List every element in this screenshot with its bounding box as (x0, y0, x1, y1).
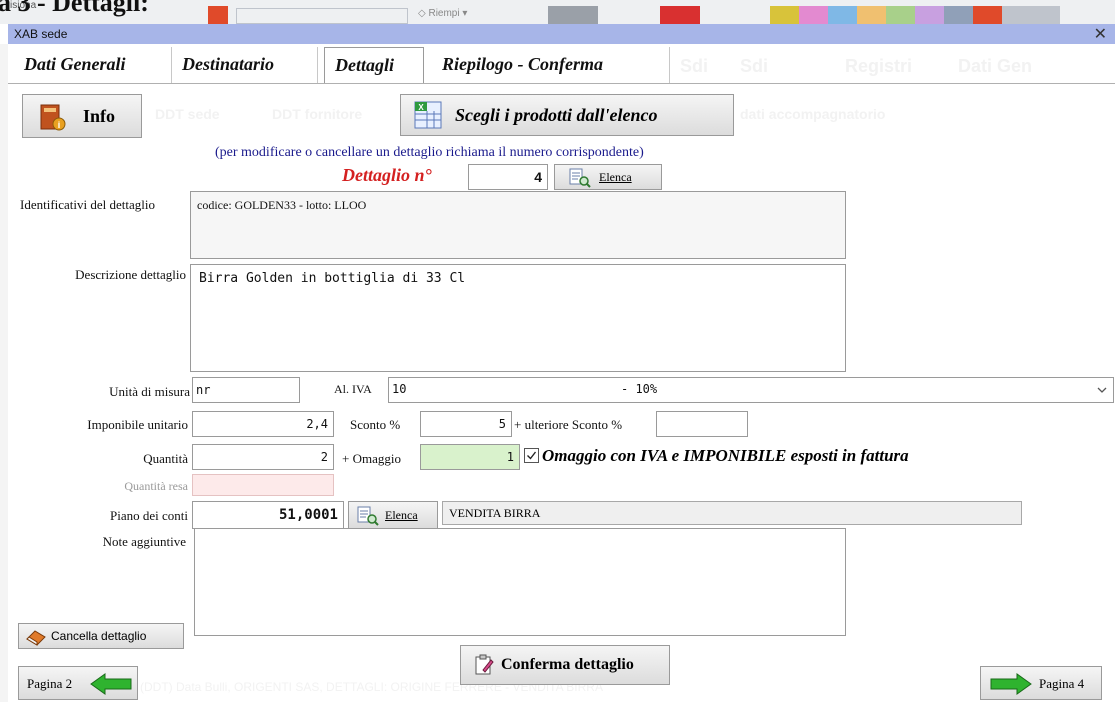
account-label: Piano dei conti (110, 508, 188, 523)
extra-discount-label: + ulteriore Sconto % (514, 417, 623, 432)
window-title: XAB sede (14, 27, 68, 41)
extra-discount-input[interactable] (656, 411, 748, 437)
background-left-edge (0, 44, 8, 702)
returned-qty-label: Quantità resa (124, 479, 188, 493)
background-window-strip: isiona ◇ Riempi ▾ a 3 - Dettagli: (0, 0, 1115, 24)
background-toolbar-block (548, 6, 598, 24)
account-list-button[interactable]: Elenca (348, 501, 438, 529)
confirm-detail-button[interactable]: Conferma dettaglio (460, 645, 670, 685)
account-list-label: Elenca (385, 508, 418, 522)
ghost-item: DDT fornitore (272, 106, 363, 122)
vat-select[interactable]: 10 - 10% (388, 377, 1114, 403)
tab-riepilogo-conferma[interactable]: Riepilogo - Conferma (432, 47, 670, 83)
spreadsheet-icon: X (414, 101, 442, 129)
discount-label: Sconto % (350, 417, 401, 432)
description-label: Descrizione dettaglio (75, 267, 186, 282)
detail-number-label: Dettaglio n° (342, 165, 432, 185)
notes-field[interactable] (194, 528, 846, 636)
tab-dati-generali[interactable]: Dati Generali (14, 47, 172, 83)
gift-input[interactable]: 1 (420, 444, 520, 470)
next-page-label: Pagina 4 (1039, 676, 1085, 691)
unit-label: Unità di misura (109, 384, 190, 399)
tab-divider (8, 83, 1115, 84)
info-button[interactable]: i Info (22, 94, 142, 138)
clipboard-edit-icon (475, 654, 494, 675)
identifiers-label: Identificativi del dettaglio (20, 197, 156, 212)
tab-dettagli[interactable]: Dettagli (324, 47, 424, 83)
background-heading: a 3 - Dettagli: (0, 0, 149, 17)
gift-checkbox[interactable] (524, 448, 539, 463)
confirm-detail-label: Conferma dettaglio (501, 656, 634, 673)
account-desc: VENDITA BIRRA (449, 506, 541, 520)
eraser-icon (26, 630, 46, 646)
unit-input[interactable]: nr (192, 377, 300, 403)
chevron-down-icon[interactable] (1097, 387, 1107, 394)
ghost-item: Sdi (680, 56, 709, 76)
detail-list-button[interactable]: Elenca (554, 164, 662, 190)
delete-detail-label: Cancella dettaglio (51, 629, 147, 643)
hint-text: (per modificare o cancellare un dettagli… (215, 145, 644, 160)
gift-label: + Omaggio (342, 451, 401, 466)
info-button-label: Info (83, 106, 116, 126)
ghost-item: dati accompagnatorio (740, 106, 886, 122)
prev-page-button[interactable]: Pagina 2 (18, 666, 138, 700)
returned-qty-input (192, 474, 334, 496)
background-toolbar-red (660, 6, 700, 24)
next-page-button[interactable]: Pagina 4 (980, 666, 1102, 700)
delete-detail-button[interactable]: Cancella dettaglio (18, 623, 184, 649)
vat-desc: - 10% (621, 382, 658, 396)
description-field[interactable]: Birra Golden in bottiglia di 33 Cl (190, 264, 846, 372)
background-toolbar-fill: ◇ Riempi ▾ (418, 8, 468, 19)
account-desc-field: VENDITA BIRRA (442, 501, 1022, 525)
background-toolbar-icon (208, 6, 228, 24)
account-input[interactable]: 51,0001 (192, 501, 344, 529)
arrow-right-icon (990, 673, 1032, 695)
gift-checkbox-label: Omaggio con IVA e IMPONIBILE esposti in … (542, 446, 909, 465)
identifiers-field: codice: GOLDEN33 - lotto: LLOO (190, 191, 846, 259)
window-titlebar: XAB sede ✕ (8, 24, 1115, 44)
ghost-item: Sdi (740, 56, 769, 76)
quantity-label: Quantità (143, 451, 188, 466)
ghost-item: Dati Gen (958, 56, 1033, 76)
quantity-input[interactable]: 2 (192, 444, 334, 470)
description-value: Birra Golden in bottiglia di 33 Cl (199, 271, 466, 286)
background-toolbar-shapes (236, 8, 408, 24)
unit-price-label: Imponibile unitario (87, 417, 188, 432)
background-palette (770, 6, 1060, 24)
identifiers-value: codice: GOLDEN33 - lotto: LLOO (197, 198, 367, 212)
tab-destinatario[interactable]: Destinatario (172, 47, 318, 83)
ghost-item: Registri (845, 56, 913, 76)
close-icon[interactable]: ✕ (1094, 24, 1107, 43)
notes-label: Note aggiuntive (102, 534, 186, 549)
detail-list-label: Elenca (599, 170, 632, 184)
search-list-icon (569, 168, 591, 188)
vat-label: Al. IVA (334, 382, 372, 396)
detail-number-input[interactable]: 4 (468, 164, 548, 190)
prev-page-label: Pagina 2 (27, 676, 73, 691)
vat-code: 10 (392, 382, 407, 396)
discount-input[interactable]: 5 (420, 411, 512, 437)
ghost-item: DDT sede (155, 106, 220, 122)
arrow-left-icon (90, 673, 132, 695)
book-icon: i (40, 104, 66, 131)
check-icon (527, 451, 537, 460)
svg-text:i: i (58, 120, 61, 130)
search-list-icon (357, 506, 379, 526)
choose-products-button[interactable]: X Scegli i prodotti dall'elenco (400, 94, 734, 136)
unit-price-input[interactable]: 2,4 (192, 411, 334, 437)
svg-text:X: X (418, 103, 424, 112)
choose-products-label: Scegli i prodotti dall'elenco (455, 105, 658, 125)
